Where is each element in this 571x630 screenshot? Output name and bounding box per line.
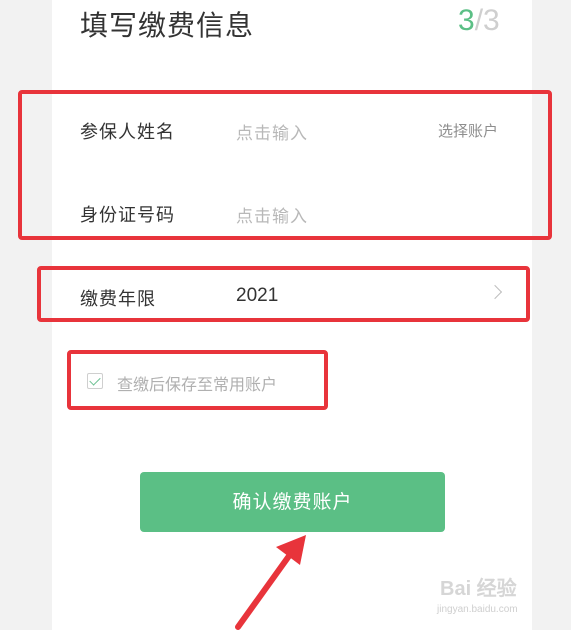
name-input[interactable]: 点击输入 <box>236 119 308 144</box>
step-total: 3 <box>483 4 500 37</box>
select-account-link[interactable]: 选择账户 <box>438 120 498 141</box>
id-label: 身份证号码 <box>80 205 175 226</box>
page-title: 填写缴费信息 <box>80 9 255 42</box>
watermark-logo: Bai 经验 <box>440 578 517 600</box>
save-account-checkbox[interactable] <box>87 373 103 389</box>
confirm-payment-account-button[interactable]: 确认缴费账户 <box>140 472 445 532</box>
save-account-label: 查缴后保存至常用账户 <box>117 375 278 394</box>
name-label: 参保人姓名 <box>80 122 175 143</box>
step-indicator: 3/3 <box>458 4 500 38</box>
year-selector[interactable]: 2021 <box>236 285 278 307</box>
step-current: 3 <box>458 4 475 37</box>
watermark-url: jingyan.baidu.com <box>437 604 518 615</box>
id-number-input[interactable]: 点击输入 <box>236 202 308 227</box>
step-separator: / <box>474 4 484 37</box>
red-arrow-icon <box>235 535 306 630</box>
year-label: 缴费年限 <box>80 289 156 310</box>
